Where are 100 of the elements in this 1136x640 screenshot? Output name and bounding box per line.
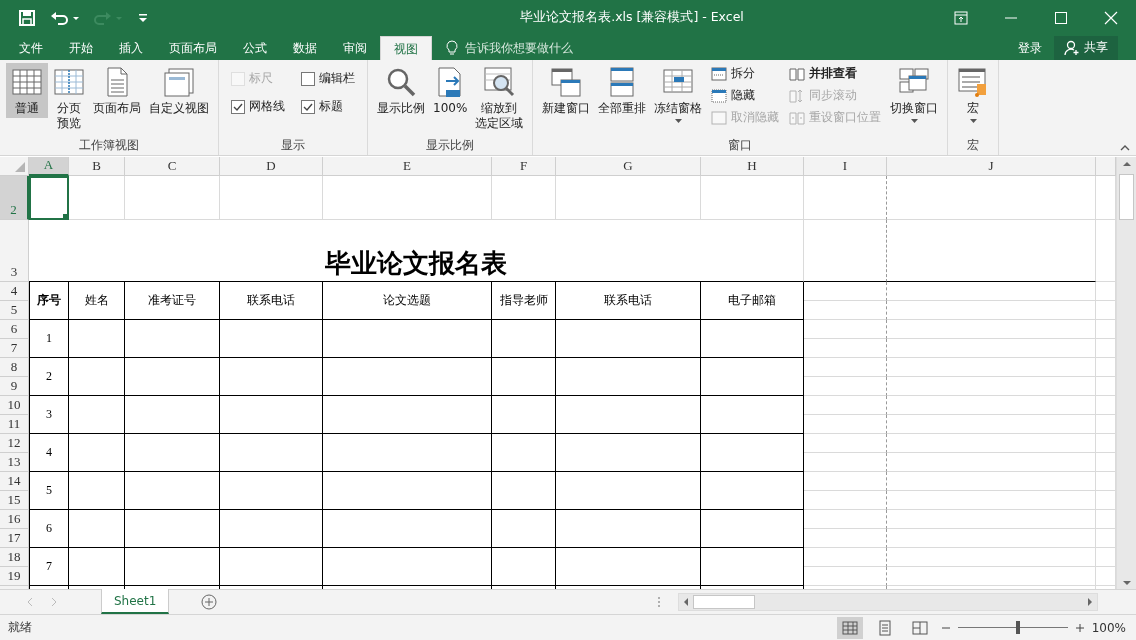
ribbon-tab[interactable]: 插入 — [106, 35, 156, 60]
sheet-tab[interactable]: Sheet1 — [101, 589, 170, 615]
table-cell — [492, 319, 556, 358]
table-cell: 4 — [29, 433, 69, 472]
ribbon-button[interactable]: 分页 预览 — [50, 62, 88, 133]
hide-window-icon — [711, 88, 728, 103]
ribbon-button[interactable]: 全部重排 — [595, 62, 650, 118]
customize-caret-icon[interactable] — [138, 11, 148, 24]
share-button[interactable]: 共享 — [1054, 35, 1118, 60]
window-title: 毕业论文报名表.xls [兼容模式] - Excel — [520, 9, 744, 25]
column-heading: 论文选题 — [323, 281, 492, 320]
ribbon-tab[interactable]: 数据 — [280, 35, 330, 60]
column-header[interactable]: A — [29, 156, 69, 176]
window-icon — [711, 110, 728, 125]
row-header[interactable]: 3 — [0, 219, 29, 282]
table-cell — [69, 175, 125, 220]
zoom-in-icon[interactable] — [1075, 623, 1084, 632]
table-cell: 3 — [29, 395, 69, 434]
sign-in-link[interactable]: 登录 — [1006, 35, 1054, 60]
column-header[interactable]: B — [69, 156, 125, 176]
table-cell — [69, 395, 125, 434]
checkbox-icon[interactable] — [301, 71, 315, 86]
ribbon-tab[interactable]: 文件 — [6, 35, 56, 60]
table-cell — [69, 547, 125, 586]
ribbon-button[interactable]: 拆分 — [707, 62, 784, 85]
column-heading: 电子邮箱 — [701, 281, 804, 320]
split-icon — [711, 66, 728, 81]
sheet-title: 毕业论文报名表 — [29, 219, 804, 282]
column-header[interactable]: E — [323, 156, 492, 176]
person-add-icon — [1064, 39, 1080, 56]
ribbon-button[interactable]: 冻结窗格 — [651, 62, 706, 125]
tell-me-field[interactable]: 告诉我你想要做什么 — [463, 39, 627, 56]
column-header[interactable]: C — [125, 156, 220, 176]
slider-thumb[interactable] — [1016, 621, 1021, 634]
scroll-thumb[interactable] — [693, 595, 756, 610]
ribbon-button[interactable]: 切换窗口 — [887, 62, 942, 125]
table-cell — [492, 509, 556, 548]
column-heading: 姓名 — [69, 281, 125, 320]
ribbon-button[interactable]: 100% — [430, 62, 471, 118]
ribbon-tab[interactable]: 开始 — [56, 35, 106, 60]
status-text: 就绪 — [8, 619, 32, 636]
checkbox-icon[interactable] — [301, 99, 315, 114]
ribbon-tab[interactable]: 页面布局 — [156, 35, 230, 60]
ribbon-tab[interactable]: 审阅 — [330, 35, 380, 60]
group-label: 宏 — [966, 136, 981, 154]
add-sheet-icon[interactable] — [201, 594, 218, 611]
side-by-side-icon — [789, 66, 806, 81]
checkbox[interactable]: 标题 — [301, 94, 355, 119]
group-label: 显示比例 — [425, 136, 476, 154]
selected-cell[interactable] — [29, 175, 69, 220]
column-header[interactable]: J — [887, 156, 1096, 176]
page-break-view-icon — [911, 619, 928, 636]
custom-view-icon — [163, 65, 195, 98]
table-cell — [492, 395, 556, 434]
zoom-level[interactable]: 100% — [1083, 620, 1136, 635]
checkbox[interactable]: 网格线 — [231, 94, 285, 119]
lightbulb-icon — [446, 39, 458, 56]
column-header[interactable]: D — [220, 156, 323, 176]
table-cell — [69, 319, 125, 358]
ribbon-button[interactable]: 自定义视图 — [146, 62, 212, 118]
ribbon-button[interactable]: 并排查看 — [785, 62, 886, 85]
ribbon-button[interactable]: 普通 — [6, 62, 48, 118]
table-cell: 5 — [29, 471, 69, 510]
checkbox[interactable]: 编辑栏 — [301, 66, 355, 91]
ribbon-button[interactable]: 显示比例 — [374, 62, 428, 118]
normal-view-icon — [841, 619, 858, 636]
table-cell: 2 — [29, 357, 69, 396]
ribbon-tab[interactable]: 视图 — [380, 35, 432, 60]
new-window-icon — [550, 65, 583, 98]
column-heading: 指导老师 — [492, 281, 556, 320]
ribbon-button[interactable]: 页面布局 — [90, 62, 144, 118]
column-heading: 联系电话 — [556, 281, 701, 320]
ribbon-display-icon[interactable] — [954, 10, 968, 25]
ribbon-button[interactable]: 缩放到 选定区域 — [472, 62, 527, 133]
checkbox-icon[interactable] — [231, 99, 245, 114]
collapse-ribbon-icon[interactable] — [1120, 143, 1130, 151]
table-cell: 1 — [29, 319, 69, 358]
column-header[interactable]: H — [701, 156, 804, 176]
column-header[interactable]: F — [492, 156, 556, 176]
scroll-thumb[interactable] — [1119, 173, 1134, 220]
ribbon-button[interactable]: 新建窗口 — [539, 62, 594, 118]
reset-position-icon — [789, 110, 806, 125]
save-icon[interactable] — [18, 8, 36, 27]
column-header[interactable]: G — [556, 156, 701, 176]
ribbon-button[interactable]: 隐藏 — [707, 84, 784, 107]
table-cell — [492, 175, 556, 220]
ribbon-tab[interactable]: 公式 — [230, 35, 280, 60]
maximize-icon[interactable] — [1054, 10, 1068, 25]
vertical-scrollbar[interactable] — [1116, 156, 1136, 590]
row-header[interactable]: 2 — [0, 175, 29, 220]
table-cell — [492, 433, 556, 472]
table-cell: 6 — [29, 509, 69, 548]
view-button[interactable] — [836, 616, 863, 639]
close-icon[interactable] — [1104, 10, 1118, 25]
ribbon-button[interactable]: 宏 — [954, 62, 993, 125]
table-cell — [492, 471, 556, 510]
zoom-selection-icon — [483, 65, 516, 98]
table-cell — [69, 509, 125, 548]
column-header[interactable]: I — [804, 156, 887, 176]
horizontal-scrollbar[interactable] — [678, 593, 1099, 612]
